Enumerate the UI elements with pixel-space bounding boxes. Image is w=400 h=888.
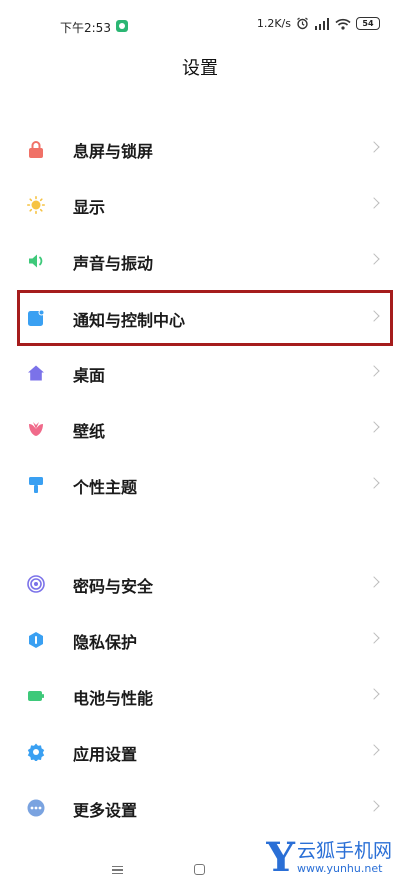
page-title: 设置 bbox=[182, 58, 218, 79]
home-button[interactable] bbox=[194, 864, 205, 875]
more-icon bbox=[27, 799, 45, 817]
settings-item-sound[interactable]: 声音与振动 bbox=[0, 233, 400, 289]
settings-item-label: 桌面 bbox=[73, 366, 106, 385]
home-icon bbox=[28, 365, 44, 381]
tulip-icon bbox=[29, 422, 43, 436]
settings-item-lock-screen[interactable]: 息屏与锁屏 bbox=[0, 121, 400, 177]
watermark: Y 云狐手机网 www.yunhu.net bbox=[266, 838, 392, 878]
settings-item-app-settings[interactable]: 应用设置 bbox=[0, 724, 400, 780]
battery-icon bbox=[28, 691, 44, 701]
settings-item-label: 通知与控制中心 bbox=[73, 311, 186, 330]
settings-item-label: 密码与安全 bbox=[73, 577, 154, 596]
settings-item-label: 电池与性能 bbox=[73, 689, 154, 708]
chevron-right-icon bbox=[368, 253, 380, 265]
chevron-right-icon bbox=[368, 576, 380, 588]
settings-item-display[interactable]: 显示 bbox=[0, 177, 400, 233]
privacy-shield-icon bbox=[29, 632, 43, 648]
net-speed: 1.2K/s bbox=[256, 17, 291, 30]
settings-item-desktop[interactable]: 桌面 bbox=[0, 345, 400, 401]
battery-indicator: 54 bbox=[356, 17, 380, 30]
lock-icon bbox=[29, 141, 43, 158]
settings-item-battery[interactable]: 电池与性能 bbox=[0, 668, 400, 724]
watermark-logo: Y bbox=[266, 834, 295, 881]
settings-item-privacy[interactable]: 隐私保护 bbox=[0, 612, 400, 668]
gear-icon bbox=[27, 743, 45, 761]
settings-item-label: 隐私保护 bbox=[73, 633, 138, 652]
chevron-right-icon bbox=[368, 800, 380, 812]
chevron-right-icon bbox=[368, 310, 380, 322]
chevron-right-icon bbox=[368, 688, 380, 700]
sun-icon bbox=[27, 196, 45, 214]
settings-item-notifications[interactable]: 通知与控制中心 bbox=[0, 290, 400, 346]
fingerprint-icon bbox=[27, 575, 45, 593]
status-bar: 下午2:53 1.2K/s 54 bbox=[0, 0, 400, 52]
settings-item-password-security[interactable]: 密码与安全 bbox=[0, 556, 400, 612]
cellular-signal-icon bbox=[315, 17, 329, 30]
app-notification-icon bbox=[116, 20, 128, 32]
alarm-icon bbox=[297, 17, 308, 30]
recent-apps-button[interactable] bbox=[112, 866, 123, 874]
chevron-right-icon bbox=[368, 365, 380, 377]
wifi-icon bbox=[335, 18, 351, 30]
brush-icon bbox=[29, 477, 43, 493]
settings-item-more[interactable]: 更多设置 bbox=[0, 780, 400, 836]
chevron-right-icon bbox=[368, 421, 380, 433]
status-indicators: 1.2K/s 54 bbox=[257, 17, 380, 30]
settings-item-themes[interactable]: 个性主题 bbox=[0, 457, 400, 513]
settings-item-label: 声音与振动 bbox=[73, 254, 154, 273]
watermark-brand: 云狐手机网 bbox=[296, 840, 392, 862]
chevron-right-icon bbox=[368, 744, 380, 756]
speaker-icon bbox=[29, 254, 43, 268]
settings-item-label: 息屏与锁屏 bbox=[73, 142, 154, 161]
watermark-url: www.yunhu.net bbox=[296, 862, 383, 875]
settings-item-label: 壁纸 bbox=[73, 422, 106, 441]
settings-item-label: 个性主题 bbox=[73, 478, 138, 497]
notification-icon bbox=[28, 309, 45, 326]
settings-item-label: 应用设置 bbox=[73, 745, 138, 764]
settings-item-wallpaper[interactable]: 壁纸 bbox=[0, 401, 400, 457]
settings-item-label: 更多设置 bbox=[73, 801, 138, 820]
chevron-right-icon bbox=[368, 477, 380, 489]
chevron-right-icon bbox=[368, 632, 380, 644]
chevron-right-icon bbox=[368, 197, 380, 209]
chevron-right-icon bbox=[368, 141, 380, 153]
settings-item-label: 显示 bbox=[73, 198, 106, 217]
status-time: 下午2:53 bbox=[60, 21, 111, 35]
